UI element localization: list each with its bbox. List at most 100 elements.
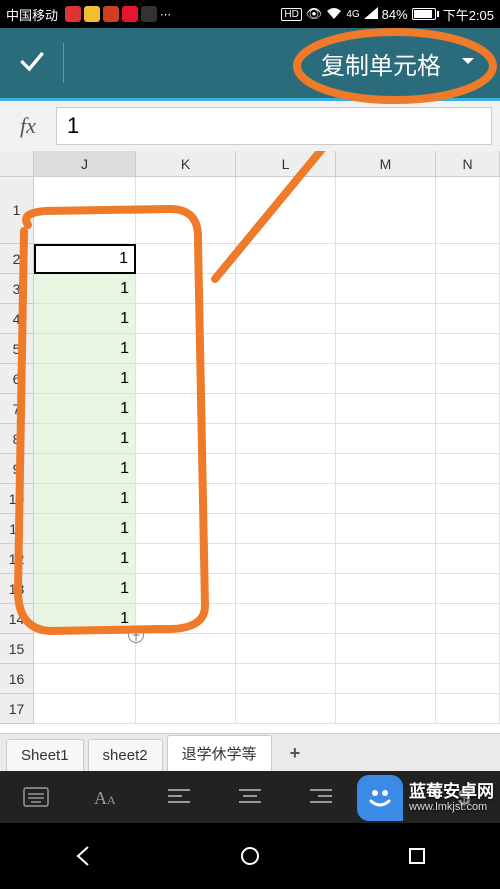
fill-handle[interactable]: ┼	[128, 627, 144, 643]
col-header-N[interactable]: N	[436, 151, 500, 177]
col-header-L[interactable]: L	[236, 151, 336, 177]
row-header-3[interactable]: 3	[0, 274, 34, 304]
keyboard-button[interactable]	[14, 775, 58, 819]
cell-N17[interactable]	[436, 694, 500, 724]
cell-J2[interactable]: 1	[34, 244, 136, 274]
cells-area[interactable]: 1 1 1 1 1 1 1 1 1 1 1 1 1 ┼	[34, 177, 500, 724]
row-header-15[interactable]: 15	[0, 634, 34, 664]
cell-L7[interactable]	[236, 394, 336, 424]
cell-M7[interactable]	[336, 394, 436, 424]
align-center-button[interactable]	[228, 775, 272, 819]
cell-K10[interactable]	[136, 484, 236, 514]
cell-M12[interactable]	[336, 544, 436, 574]
cell-M3[interactable]	[336, 274, 436, 304]
cell-N14[interactable]	[436, 604, 500, 634]
cell-L3[interactable]	[236, 274, 336, 304]
cell-M1[interactable]	[336, 177, 436, 244]
spreadsheet-grid[interactable]: J K L M N 1 2 3 4 5 6 7 8 9 10 11 12 13 …	[0, 151, 500, 733]
cell-L5[interactable]	[236, 334, 336, 364]
cell-L17[interactable]	[236, 694, 336, 724]
cell-K17[interactable]	[136, 694, 236, 724]
font-button[interactable]: AA	[85, 775, 129, 819]
row-header-4[interactable]: 4	[0, 304, 34, 334]
sheet-tab-2[interactable]: 退学休学等	[167, 735, 272, 771]
cell-L10[interactable]	[236, 484, 336, 514]
cell-N5[interactable]	[436, 334, 500, 364]
cell-M16[interactable]	[336, 664, 436, 694]
cell-K15[interactable]	[136, 634, 236, 664]
cell-K13[interactable]	[136, 574, 236, 604]
align-left-button[interactable]	[157, 775, 201, 819]
col-header-M[interactable]: M	[336, 151, 436, 177]
cell-M5[interactable]	[336, 334, 436, 364]
cell-L6[interactable]	[236, 364, 336, 394]
cell-L11[interactable]	[236, 514, 336, 544]
align-right-button[interactable]	[299, 775, 343, 819]
row-header-12[interactable]: 12	[0, 544, 34, 574]
cell-M13[interactable]	[336, 574, 436, 604]
cell-K6[interactable]	[136, 364, 236, 394]
cell-K12[interactable]	[136, 544, 236, 574]
cell-M6[interactable]	[336, 364, 436, 394]
cell-M17[interactable]	[336, 694, 436, 724]
fx-label[interactable]: fx	[8, 113, 48, 139]
cell-M10[interactable]	[336, 484, 436, 514]
cell-L15[interactable]	[236, 634, 336, 664]
cell-N10[interactable]	[436, 484, 500, 514]
cell-K3[interactable]	[136, 274, 236, 304]
cell-K2[interactable]	[136, 244, 236, 274]
cell-N2[interactable]	[436, 244, 500, 274]
cell-J3[interactable]: 1	[34, 274, 136, 304]
cell-L2[interactable]	[236, 244, 336, 274]
cell-N3[interactable]	[436, 274, 500, 304]
cell-N15[interactable]	[436, 634, 500, 664]
nav-recent-button[interactable]	[395, 834, 439, 878]
cell-J16[interactable]	[34, 664, 136, 694]
confirm-button[interactable]	[16, 45, 48, 82]
cell-J5[interactable]: 1	[34, 334, 136, 364]
chevron-down-icon[interactable]	[459, 52, 477, 75]
row-header-8[interactable]: 8	[0, 424, 34, 454]
cell-N7[interactable]	[436, 394, 500, 424]
cell-K5[interactable]	[136, 334, 236, 364]
cell-J4[interactable]: 1	[34, 304, 136, 334]
cell-J6[interactable]: 1	[34, 364, 136, 394]
nav-back-button[interactable]	[61, 834, 105, 878]
row-header-6[interactable]: 6	[0, 364, 34, 394]
cell-N8[interactable]	[436, 424, 500, 454]
cell-J15[interactable]	[34, 634, 136, 664]
row-header-9[interactable]: 9	[0, 454, 34, 484]
row-header-14[interactable]: 14	[0, 604, 34, 634]
row-header-10[interactable]: 10	[0, 484, 34, 514]
cell-N4[interactable]	[436, 304, 500, 334]
cell-M15[interactable]	[336, 634, 436, 664]
formula-input[interactable]	[56, 107, 492, 145]
cell-K4[interactable]	[136, 304, 236, 334]
cell-K7[interactable]	[136, 394, 236, 424]
cell-J17[interactable]	[34, 694, 136, 724]
cell-L14[interactable]	[236, 604, 336, 634]
row-header-13[interactable]: 13	[0, 574, 34, 604]
cell-J1[interactable]	[34, 177, 136, 244]
cell-N9[interactable]	[436, 454, 500, 484]
cell-N11[interactable]	[436, 514, 500, 544]
add-sheet-button[interactable]: +	[276, 736, 315, 771]
select-all-corner[interactable]	[0, 151, 34, 177]
cell-J10[interactable]: 1	[34, 484, 136, 514]
cell-J14[interactable]: 1	[34, 604, 136, 634]
cell-M8[interactable]	[336, 424, 436, 454]
cell-J8[interactable]: 1	[34, 424, 136, 454]
cell-N1[interactable]	[436, 177, 500, 244]
cell-K1[interactable]	[136, 177, 236, 244]
cell-K8[interactable]	[136, 424, 236, 454]
copy-cell-button[interactable]: 复制单元格	[321, 46, 441, 81]
row-header-17[interactable]: 17	[0, 694, 34, 724]
cell-M4[interactable]	[336, 304, 436, 334]
cell-J9[interactable]: 1	[34, 454, 136, 484]
cell-N16[interactable]	[436, 664, 500, 694]
cell-J11[interactable]: 1	[34, 514, 136, 544]
nav-home-button[interactable]	[228, 834, 272, 878]
cell-L16[interactable]	[236, 664, 336, 694]
cell-L13[interactable]	[236, 574, 336, 604]
cell-M9[interactable]	[336, 454, 436, 484]
